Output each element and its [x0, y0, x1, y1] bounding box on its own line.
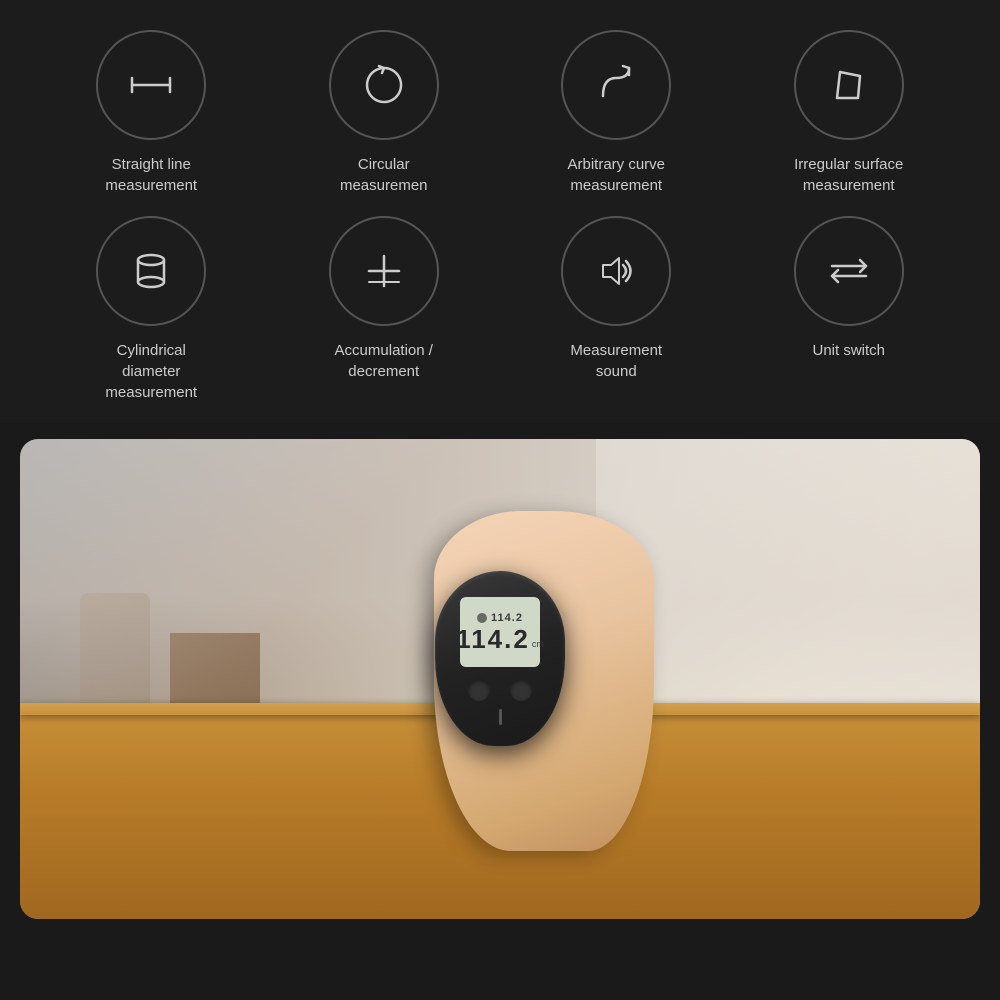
screen-value-small: 114.2: [491, 612, 523, 624]
accumulation-icon: [357, 244, 411, 298]
device-screen: 114.2 114.2 cm: [460, 597, 540, 667]
icon-label-sound: Measurementsound: [570, 340, 662, 382]
icon-item-irregular-surface: Irregular surfacemeasurement: [738, 30, 961, 196]
icon-label-accumulation: Accumulation /decrement: [335, 340, 433, 382]
icon-circle-arbitrary-curve: [561, 30, 671, 140]
icon-item-accumulation: Accumulation /decrement: [273, 216, 496, 403]
icons-grid: Straight linemeasurement Circularmeasure…: [40, 30, 960, 403]
device-body: 114.2 114.2 cm: [435, 571, 565, 746]
scene: 114.2 114.2 cm: [20, 439, 980, 919]
device-bottom-line: [499, 709, 502, 725]
screen-icon-small: [477, 613, 487, 623]
icon-circle-irregular-surface: [794, 30, 904, 140]
icon-circle-sound: [561, 216, 671, 326]
top-section: Straight linemeasurement Circularmeasure…: [0, 0, 1000, 423]
bottom-section: 114.2 114.2 cm: [20, 439, 980, 919]
app-container: Straight linemeasurement Circularmeasure…: [0, 0, 1000, 919]
circular-icon: [357, 58, 411, 112]
icon-circle-unit-switch: [794, 216, 904, 326]
icon-circle-cylindrical: [96, 216, 206, 326]
straight-line-icon: [124, 58, 178, 112]
device-buttons: [468, 679, 532, 701]
icon-item-straight-line: Straight linemeasurement: [40, 30, 263, 196]
screen-value-large: 114.2: [456, 626, 530, 652]
screen-main-row: 114.2 cm: [456, 626, 544, 652]
icon-label-cylindrical: Cylindricaldiametermeasurement: [105, 340, 197, 403]
arbitrary-curve-icon: [589, 58, 643, 112]
photo-container: 114.2 114.2 cm: [20, 439, 980, 919]
cylindrical-icon: [124, 244, 178, 298]
icon-label-straight-line: Straight linemeasurement: [105, 154, 197, 196]
unit-switch-icon: [822, 244, 876, 298]
device-btn-right: [510, 679, 532, 701]
irregular-surface-icon: [822, 58, 876, 112]
screen-top-row: 114.2: [477, 612, 523, 624]
icon-circle-straight-line: [96, 30, 206, 140]
screen-unit: cm: [532, 639, 544, 649]
icon-label-irregular-surface: Irregular surfacemeasurement: [794, 154, 903, 196]
icon-item-circular: Circularmeasuremen: [273, 30, 496, 196]
icon-label-arbitrary-curve: Arbitrary curvemeasurement: [567, 154, 665, 196]
icon-item-cylindrical: Cylindricaldiametermeasurement: [40, 216, 263, 403]
icon-item-sound: Measurementsound: [505, 216, 728, 403]
icon-circle-accumulation: [329, 216, 439, 326]
bg-glass: [80, 593, 150, 713]
icon-label-circular: Circularmeasuremen: [340, 154, 428, 196]
bg-box: [170, 633, 260, 713]
device-btn-left: [468, 679, 490, 701]
icon-label-unit-switch: Unit switch: [812, 340, 885, 361]
icon-item-unit-switch: Unit switch: [738, 216, 961, 403]
icon-circle-circular: [329, 30, 439, 140]
icon-item-arbitrary-curve: Arbitrary curvemeasurement: [505, 30, 728, 196]
sound-icon: [589, 244, 643, 298]
device: 114.2 114.2 cm: [435, 571, 565, 746]
